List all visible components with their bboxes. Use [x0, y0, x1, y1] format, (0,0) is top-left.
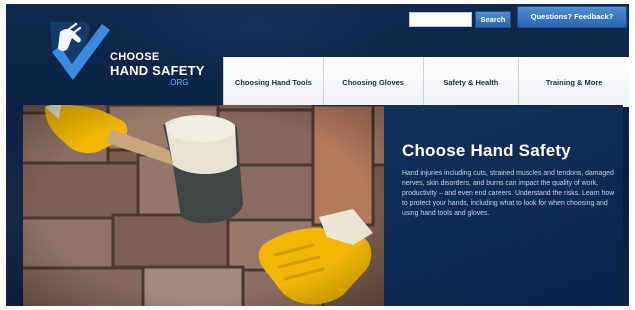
site-logo[interactable]: CHOOSE HAND SAFETY .ORG	[46, 18, 221, 98]
nav-item-safety-health[interactable]: Safety & Health	[424, 57, 520, 107]
nav-item-choosing-hand-tools[interactable]: Choosing Hand Tools	[224, 57, 324, 107]
logo-hand-safety-text: HAND SAFETY	[110, 63, 205, 78]
logo-hand-check-icon	[50, 22, 110, 80]
nav-item-training-more[interactable]: Training & More	[519, 57, 629, 107]
search-button[interactable]: Search	[475, 11, 511, 28]
page-frame: CHOOSE HAND SAFETY .ORG Search Questions…	[6, 4, 629, 306]
main-nav: Choosing Hand Tools Choosing Gloves Safe…	[223, 57, 629, 107]
hero-photo-illustration	[23, 105, 384, 306]
logo-org-text: .ORG	[168, 78, 189, 87]
hero-body: Hand injuries including cuts, strained m…	[402, 170, 615, 217]
questions-feedback-button[interactable]: Questions? Feedback?	[517, 6, 627, 28]
hero-image	[23, 105, 384, 306]
hero-panel: Choose Hand Safety Hand injuries includi…	[384, 105, 623, 306]
search-input[interactable]	[409, 12, 472, 27]
nav-item-choosing-gloves[interactable]: Choosing Gloves	[324, 57, 424, 107]
hero-title: Choose Hand Safety	[402, 141, 571, 160]
logo-choose-text: CHOOSE	[110, 51, 160, 63]
